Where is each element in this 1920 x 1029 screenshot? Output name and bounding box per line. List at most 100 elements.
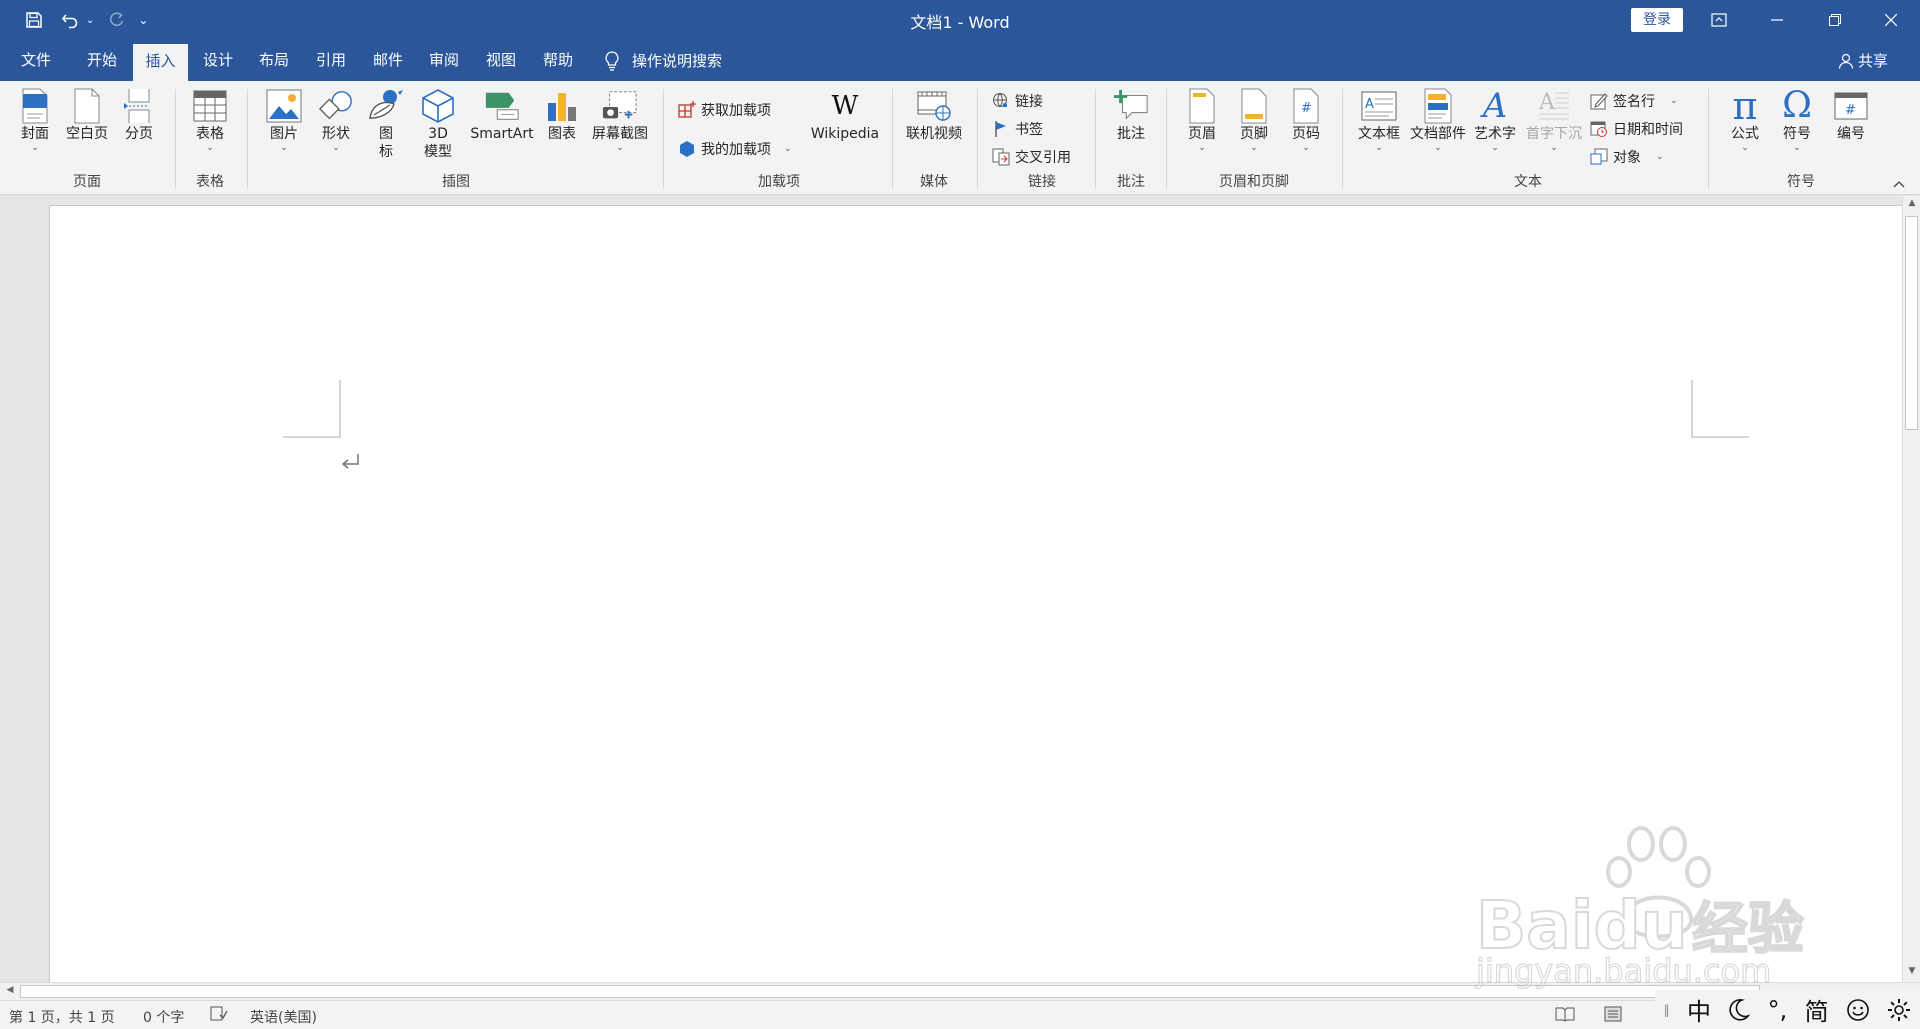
ribbon-display-options-button[interactable] — [1690, 0, 1748, 40]
smartart-button[interactable]: SmartArt — [466, 87, 538, 143]
print-layout-icon[interactable] — [1604, 1006, 1622, 1026]
get-addins-button[interactable]: 获取加载项 — [678, 100, 771, 120]
chart-button[interactable]: 图表 — [540, 87, 584, 143]
read-mode-icon[interactable] — [1555, 1006, 1575, 1026]
cross-reference-label: 交叉引用 — [1015, 150, 1071, 166]
text-box-button[interactable]: A 文本框 ⌄ — [1352, 87, 1406, 153]
3d-models-label-line1: 3D — [428, 126, 448, 142]
scroll-up-icon[interactable]: ▲ — [1904, 198, 1920, 208]
quick-parts-button[interactable]: 文档部件 ⌄ — [1406, 87, 1470, 153]
group-symbols: π 公式 ⌄ Ω 符号 ⌄ # 编号 符号 — [1716, 85, 1886, 193]
save-button[interactable] — [20, 6, 48, 34]
restore-button[interactable] — [1806, 0, 1864, 40]
horizontal-scrollbar[interactable]: ◀ — [0, 982, 1920, 1000]
my-addins-button[interactable]: 我的加载项 ⌄ — [678, 139, 792, 159]
group-divider — [1342, 89, 1343, 189]
vertical-scroll-thumb[interactable] — [1905, 216, 1918, 430]
group-comments: 批注 批注 — [1100, 85, 1162, 193]
cross-reference-button[interactable]: 交叉引用 — [992, 147, 1071, 167]
title-bar: ⌄ ⌄ 文档1 - Word 登录 — [0, 0, 1920, 40]
drop-cap-label: 首字下沉 — [1526, 126, 1582, 142]
signature-line-button[interactable]: 签名行 ⌄ — [1590, 91, 1678, 111]
table-icon — [193, 90, 227, 122]
tab-layout[interactable]: 布局 — [248, 40, 300, 81]
object-button[interactable]: 对象 ⌄ — [1590, 147, 1664, 167]
numbering-button[interactable]: # 编号 — [1824, 87, 1878, 143]
scroll-left-icon[interactable]: ◀ — [2, 985, 18, 995]
svg-text:#: # — [1845, 103, 1856, 118]
picture-button[interactable]: 图片 ⌄ — [260, 87, 308, 153]
scroll-down-icon[interactable]: ▼ — [1904, 966, 1920, 976]
chevron-up-icon — [1893, 181, 1905, 188]
collapse-ribbon-button[interactable] — [1893, 177, 1905, 191]
ime-drag-handle-icon[interactable]: ‖ — [1664, 1003, 1670, 1017]
language-status[interactable]: 英语(美国) — [250, 1007, 317, 1027]
tab-review[interactable]: 审阅 — [418, 40, 470, 81]
tab-file[interactable]: 文件 — [8, 40, 64, 81]
ime-punctuation-toggle[interactable]: °, — [1768, 996, 1788, 1024]
icons-button[interactable]: 图 标 — [366, 87, 406, 161]
new-comment-button[interactable]: 批注 — [1106, 87, 1156, 143]
cross-reference-icon — [992, 148, 1010, 166]
page-break-button[interactable]: 分页 — [114, 87, 164, 143]
moon-icon[interactable] — [1728, 998, 1751, 1022]
tab-view[interactable]: 视图 — [475, 40, 527, 81]
chevron-down-icon: ⌄ — [1198, 143, 1206, 153]
redo-button[interactable] — [102, 6, 130, 34]
wikipedia-label: Wikipedia — [810, 126, 880, 142]
link-button[interactable]: 链接 — [992, 91, 1043, 111]
online-video-button[interactable]: 联机视频 — [902, 87, 966, 143]
page-count-status[interactable]: 第 1 页，共 1 页 — [9, 1007, 115, 1027]
undo-dropdown-icon[interactable]: ⌄ — [86, 15, 94, 26]
group-text: A 文本框 ⌄ 文档部件 ⌄ A 艺术字 ⌄ A 首字下沉 ⌄ 签名行 ⌄ 日期… — [1350, 85, 1706, 193]
3d-models-button[interactable]: 3D 模型 — [414, 87, 462, 161]
proofing-icon[interactable] — [210, 1006, 228, 1026]
share-button[interactable]: 共享 — [1838, 40, 1888, 81]
ime-charset-toggle[interactable]: 简 — [1805, 992, 1829, 1027]
blank-page-icon — [74, 88, 100, 124]
customize-qat-icon[interactable]: ⌄ — [138, 13, 148, 27]
header-button[interactable]: 页眉 ⌄ — [1178, 87, 1226, 153]
page-number-label: 页码 — [1292, 126, 1320, 142]
table-button[interactable]: 表格 ⌄ — [186, 87, 234, 153]
screenshot-button[interactable]: 屏幕截图 ⌄ — [588, 87, 652, 153]
ime-mode-toggle[interactable]: 中 — [1687, 992, 1711, 1027]
signature-line-label: 签名行 — [1613, 94, 1655, 110]
minimize-button[interactable] — [1748, 0, 1806, 40]
bookmark-button[interactable]: 书签 — [992, 119, 1043, 139]
close-button[interactable] — [1862, 0, 1920, 40]
wordart-button[interactable]: A 艺术字 ⌄ — [1468, 87, 1522, 153]
footer-button[interactable]: 页脚 ⌄ — [1230, 87, 1278, 153]
vertical-scrollbar[interactable]: ▲ ▼ — [1902, 196, 1920, 982]
horizontal-scroll-thumb[interactable] — [20, 985, 1760, 998]
tab-help[interactable]: 帮助 — [532, 40, 584, 81]
icons-label-line2: 标 — [379, 144, 393, 160]
tab-mailings[interactable]: 邮件 — [362, 40, 414, 81]
wikipedia-button[interactable]: W Wikipedia — [806, 87, 884, 143]
tab-insert[interactable]: 插入 — [133, 44, 188, 81]
document-area — [0, 196, 1902, 985]
equation-button[interactable]: π 公式 ⌄ — [1718, 87, 1772, 153]
smiley-icon[interactable] — [1846, 998, 1870, 1022]
tab-home[interactable]: 开始 — [76, 40, 128, 81]
tab-design[interactable]: 设计 — [192, 40, 244, 81]
picture-label: 图片 — [270, 126, 298, 142]
chart-label: 图表 — [548, 126, 576, 142]
tell-me-search[interactable]: 操作说明搜索 — [604, 40, 722, 81]
symbol-button[interactable]: Ω 符号 ⌄ — [1770, 87, 1824, 154]
blank-page-button[interactable]: 空白页 — [62, 87, 112, 143]
page-number-button[interactable]: # 页码 ⌄ — [1282, 87, 1330, 153]
wikipedia-icon: W — [831, 91, 859, 121]
drop-cap-button[interactable]: A 首字下沉 ⌄ — [1522, 87, 1586, 153]
document-page[interactable] — [49, 205, 1902, 985]
ribbon-tab-bar: 文件 开始 插入 设计 布局 引用 邮件 审阅 视图 帮助 操作说明搜索 共享 — [0, 40, 1920, 81]
word-count-status[interactable]: 0 个字 — [143, 1007, 184, 1027]
date-time-button[interactable]: 日期和时间 — [1590, 119, 1683, 139]
shapes-button[interactable]: 形状 ⌄ — [312, 87, 360, 153]
gear-icon[interactable] — [1887, 998, 1911, 1022]
smartart-icon — [485, 92, 519, 120]
login-button[interactable]: 登录 — [1631, 8, 1683, 32]
tab-references[interactable]: 引用 — [305, 40, 357, 81]
cover-page-button[interactable]: 封面 ⌄ — [10, 87, 60, 153]
undo-button[interactable] — [56, 6, 84, 34]
